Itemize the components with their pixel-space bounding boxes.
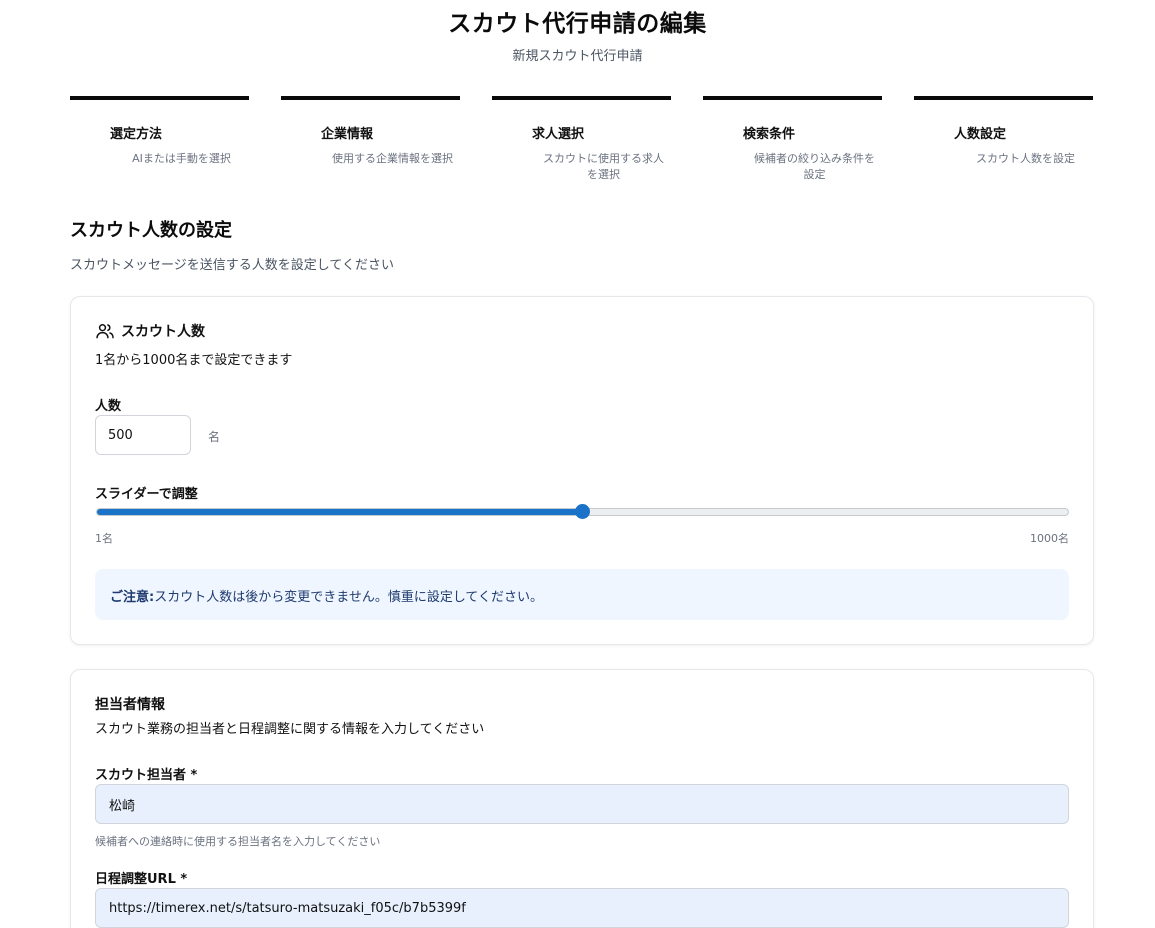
notice-strong: ご注意:: [110, 590, 155, 605]
step-3-bar: [492, 96, 671, 100]
scout-person-label: スカウト担当者 *: [95, 768, 198, 783]
step-4-desc: 候補者の絞り込み条件を設定: [754, 152, 875, 181]
step-1[interactable]: 選定方法 AIまたは手動を選択: [70, 96, 249, 167]
schedule-url-input[interactable]: [95, 888, 1069, 928]
section-desc: スカウトメッセージを送信する人数を設定してください: [70, 258, 394, 273]
step-5-desc: スカウト人数を設定: [976, 152, 1075, 165]
contact-card-title: 担当者情報: [95, 694, 165, 714]
contact-card-desc: スカウト業務の担当者と日程調整に関する情報を入力してください: [95, 722, 485, 737]
step-2[interactable]: 企業情報 使用する企業情報を選択: [281, 96, 460, 167]
count-slider-thumb[interactable]: [574, 504, 590, 519]
scout-count-card: スカウト人数 1名から1000名まで設定できます 人数 名 スライダーで調整 1…: [70, 296, 1094, 645]
count-label: 人数: [95, 399, 122, 414]
step-3-desc: スカウトに使用する求人を選択: [543, 152, 664, 181]
slider-label: スライダーで調整: [95, 487, 198, 502]
section-title: スカウト人数の設定: [70, 220, 232, 241]
step-2-bar: [281, 96, 460, 100]
step-1-bar: [70, 96, 249, 100]
scout-person-input[interactable]: [95, 784, 1069, 824]
slider-min-label: 1名: [95, 532, 113, 545]
page-subtitle: 新規スカウト代行申請: [512, 49, 643, 64]
count-input[interactable]: [95, 415, 191, 455]
users-icon: [96, 324, 114, 339]
step-4-bar: [703, 96, 882, 100]
scout-count-card-title: スカウト人数: [95, 321, 205, 341]
page-title: スカウト代行申請の編集: [448, 11, 707, 37]
scout-count-title-text: スカウト人数: [121, 324, 205, 340]
step-5[interactable]: 人数設定 スカウト人数を設定: [914, 96, 1093, 167]
count-unit: 名: [208, 430, 221, 444]
scout-count-card-desc: 1名から1000名まで設定できます: [95, 353, 293, 368]
contact-card: 担当者情報 スカウト業務の担当者と日程調整に関する情報を入力してください スカウ…: [70, 669, 1094, 928]
step-2-desc: 使用する企業情報を選択: [332, 152, 453, 165]
step-5-label: 人数設定: [954, 127, 1007, 142]
contact-title-text: 担当者情報: [95, 697, 165, 713]
step-1-label: 選定方法: [110, 127, 163, 142]
notice-box: ご注意:スカウト人数は後から変更できません。慎重に設定してください。: [95, 569, 1069, 620]
step-2-label: 企業情報: [321, 127, 374, 142]
step-4[interactable]: 検索条件 候補者の絞り込み条件を設定: [703, 96, 882, 183]
count-slider-fill: [97, 509, 582, 515]
step-3-label: 求人選択: [532, 127, 585, 142]
step-4-label: 検索条件: [743, 127, 796, 142]
step-1-desc: AIまたは手動を選択: [132, 152, 231, 165]
step-3[interactable]: 求人選択 スカウトに使用する求人を選択: [492, 96, 671, 183]
step-5-bar: [914, 96, 1093, 100]
notice-text: スカウト人数は後から変更できません。慎重に設定してください。: [154, 590, 544, 605]
schedule-url-label: 日程調整URL *: [95, 872, 188, 887]
slider-max-label: 1000名: [1030, 532, 1069, 545]
scout-person-help: 候補者への連絡時に使用する担当者名を入力してください: [95, 835, 381, 848]
